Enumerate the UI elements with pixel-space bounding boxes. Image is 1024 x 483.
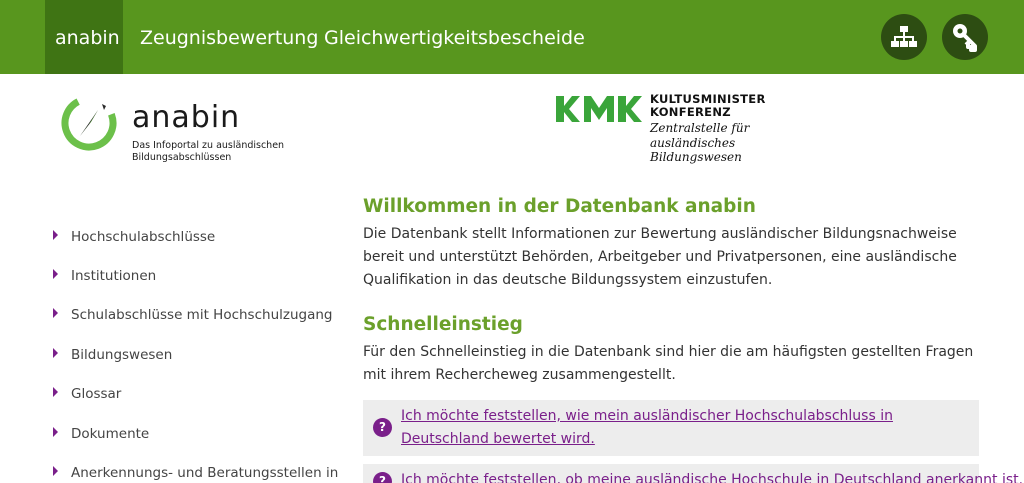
sitemap-button[interactable] <box>881 14 927 60</box>
question-icon: ? <box>373 418 392 437</box>
welcome-text: Die Datenbank stellt Informationen zur B… <box>363 226 957 288</box>
sidebar-item-label: Bildungswesen <box>71 347 173 363</box>
faq-link[interactable]: Ich möchte feststellen, ob meine ausländ… <box>401 469 1023 483</box>
nav-tab-zeugnisbewertung[interactable]: Zeugnisbewertung <box>140 0 318 74</box>
sitemap-icon <box>891 26 917 47</box>
triangle-bullet-icon <box>53 230 58 240</box>
triangle-bullet-icon <box>53 427 58 437</box>
kmk-mark-icon <box>556 96 642 122</box>
sidebar-item-label: Dokumente <box>71 426 150 442</box>
triangle-bullet-icon <box>53 269 58 279</box>
triangle-bullet-icon <box>53 387 58 397</box>
anabin-logo-subtitle: Das Infoportal zu ausländischen Bildungs… <box>132 140 285 163</box>
anabin-logo-wordmark: anabin <box>132 100 241 135</box>
quick-start-text: Für den Schnelleinstieg in die Datenbank… <box>363 344 974 383</box>
top-navigation-bar: anabin Zeugnisbewertung Gleichwertigkeit… <box>0 0 1024 74</box>
nav-tab-gleichwertigkeitsbescheide[interactable]: Gleichwertigkeitsbescheide <box>324 0 585 74</box>
triangle-bullet-icon <box>53 466 58 476</box>
key-icon <box>953 24 977 52</box>
sidebar-item-label: Institutionen <box>71 268 157 284</box>
kmk-logo-title: KULTUSMINISTER KONFERENZ <box>650 92 766 119</box>
sidebar-item-label: Glossar <box>71 386 122 402</box>
faq-link[interactable]: Ich möchte feststellen, wie mein ausländ… <box>401 405 961 451</box>
quick-start-heading: Schnelleinstieg <box>363 314 523 335</box>
nav-tab-anabin[interactable]: anabin <box>45 0 123 74</box>
sidebar-item-label: Anerkennungs- und Beratungsstellen in <box>71 465 339 481</box>
compass-logo-icon <box>61 95 117 151</box>
triangle-bullet-icon <box>53 348 58 358</box>
faq-item-hochschulabschluss[interactable]: ? Ich möchte feststellen, wie mein auslä… <box>363 400 979 456</box>
question-icon: ? <box>373 472 392 483</box>
anabin-logo[interactable]: anabin Das Infoportal zu ausländischen B… <box>58 92 298 172</box>
faq-item-hochschule[interactable]: ? Ich möchte feststellen, ob meine auslä… <box>363 464 1023 483</box>
sidebar-item-label: Schulabschlüsse mit Hochschulzugang <box>71 307 333 323</box>
kmk-logo[interactable]: KULTUSMINISTER KONFERENZ Zentralstelle f… <box>556 92 796 172</box>
triangle-bullet-icon <box>53 308 58 318</box>
login-button[interactable] <box>942 14 988 60</box>
kmk-logo-subtitle: Zentralstelle für ausländisches Bildungs… <box>650 121 750 164</box>
welcome-heading: Willkommen in der Datenbank anabin <box>363 196 756 217</box>
sidebar-item-label: Hochschulabschlüsse <box>71 229 216 245</box>
